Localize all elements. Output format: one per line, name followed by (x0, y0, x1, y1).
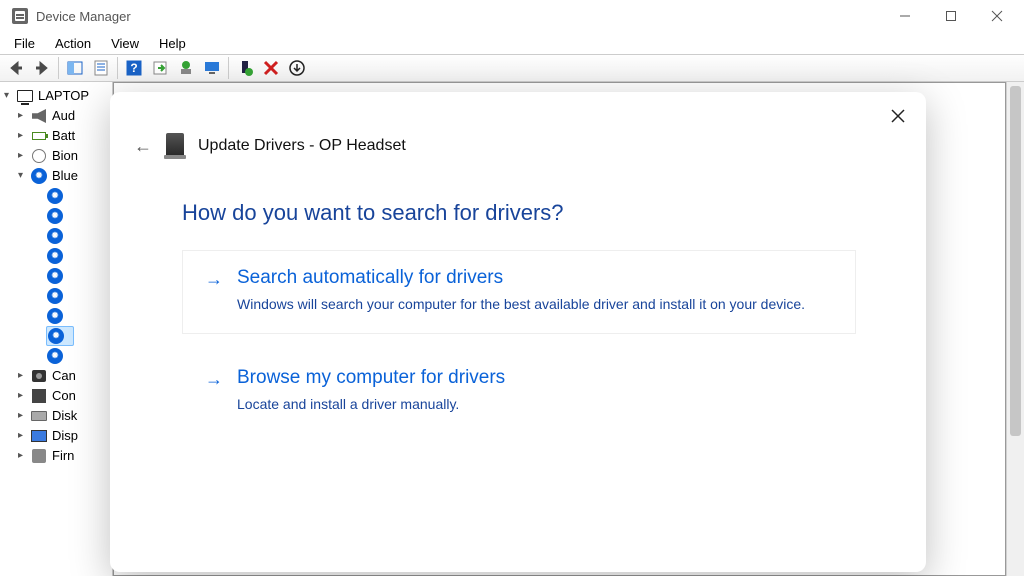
menu-action[interactable]: Action (45, 34, 101, 53)
maximize-button[interactable] (928, 0, 974, 32)
option2-title: Browse my computer for drivers (237, 367, 833, 389)
minimize-button[interactable] (882, 0, 928, 32)
tree-bluetooth-device[interactable]: ⁕ (4, 306, 108, 326)
tree-item-label: Batt (52, 126, 75, 146)
tree-item[interactable]: ▸Aud (4, 106, 108, 126)
option2-desc: Locate and install a driver manually. (237, 395, 833, 415)
toolbar: ? (0, 54, 1024, 82)
tree-bluetooth-device[interactable]: ⁕ (4, 186, 108, 206)
menu-file[interactable]: File (4, 34, 45, 53)
tree-item[interactable]: ▸Disp (4, 426, 108, 446)
device-tree[interactable]: ▾LAPTOP▸Aud▸Batt▸Bion▾⁕Blue⁕⁕⁕⁕⁕⁕⁕⁕⁕▸Can… (0, 82, 112, 576)
option1-title: Search automatically for drivers (237, 267, 833, 289)
tree-item[interactable]: ▸Batt (4, 126, 108, 146)
tree-item[interactable]: ▸Can (4, 366, 108, 386)
tree-bluetooth-device[interactable]: ⁕ (4, 246, 108, 266)
tree-bluetooth-device[interactable]: ⁕ (4, 326, 108, 346)
tree-bluetooth-device[interactable]: ⁕ (4, 286, 108, 306)
tree-item-label: Can (52, 366, 76, 386)
tree-root-label: LAPTOP (38, 86, 89, 106)
dialog-heading: How do you want to search for drivers? (182, 200, 896, 226)
tree-item-label: Firn (52, 446, 74, 466)
tree-item[interactable]: ▸Bion (4, 146, 108, 166)
tree-item[interactable]: ▸Disk (4, 406, 108, 426)
option1-desc: Windows will search your computer for th… (237, 295, 833, 315)
svg-text:?: ? (130, 61, 137, 75)
app-icon (12, 8, 28, 24)
tree-item-label: Bion (52, 146, 78, 166)
titlebar: Device Manager (0, 0, 1024, 32)
menubar: File Action View Help (0, 32, 1024, 54)
toolbar-show-hidden-button[interactable] (63, 56, 87, 80)
device-icon (166, 133, 184, 159)
menu-view[interactable]: View (101, 34, 149, 53)
dialog-close-button[interactable] (884, 102, 912, 130)
arrow-icon: → (205, 267, 223, 315)
window-title: Device Manager (36, 9, 131, 24)
close-button[interactable] (974, 0, 1020, 32)
tree-item-label: Blue (52, 166, 78, 186)
tree-item-label: Disp (52, 426, 78, 446)
toolbar-monitor-button[interactable] (200, 56, 224, 80)
toolbar-down-button[interactable] (285, 56, 309, 80)
menu-help[interactable]: Help (149, 34, 196, 53)
scrollbar-thumb[interactable] (1010, 86, 1021, 436)
tree-item[interactable]: ▸Firn (4, 446, 108, 466)
toolbar-uninstall-button[interactable] (259, 56, 283, 80)
toolbar-update-button[interactable] (174, 56, 198, 80)
toolbar-properties-button[interactable] (89, 56, 113, 80)
tree-item[interactable]: ▸Con (4, 386, 108, 406)
toolbar-scan-button[interactable] (148, 56, 172, 80)
tree-bluetooth-device[interactable]: ⁕ (4, 206, 108, 226)
update-drivers-dialog: ← Update Drivers - OP Headset How do you… (110, 92, 926, 572)
tree-bluetooth-device[interactable]: ⁕ (4, 346, 108, 366)
tree-item-label: Con (52, 386, 76, 406)
tree-item-label: Disk (52, 406, 77, 426)
tree-item-label: Aud (52, 106, 75, 126)
nav-fwd-button[interactable] (30, 56, 54, 80)
tree-item[interactable]: ▾⁕Blue (4, 166, 108, 186)
toolbar-enable-button[interactable] (233, 56, 257, 80)
dialog-title: Update Drivers - OP Headset (198, 137, 406, 155)
toolbar-help-button[interactable]: ? (122, 56, 146, 80)
nav-back-button[interactable] (4, 56, 28, 80)
tree-root[interactable]: ▾LAPTOP (4, 86, 108, 106)
option-browse-computer[interactable]: → Browse my computer for drivers Locate … (182, 350, 856, 434)
tree-bluetooth-device[interactable]: ⁕ (4, 266, 108, 286)
tree-bluetooth-device[interactable]: ⁕ (4, 226, 108, 246)
arrow-icon: → (205, 367, 223, 415)
option-search-automatically[interactable]: → Search automatically for drivers Windo… (182, 250, 856, 334)
dialog-back-button[interactable]: ← (134, 136, 152, 157)
scrollbar[interactable] (1006, 82, 1024, 576)
